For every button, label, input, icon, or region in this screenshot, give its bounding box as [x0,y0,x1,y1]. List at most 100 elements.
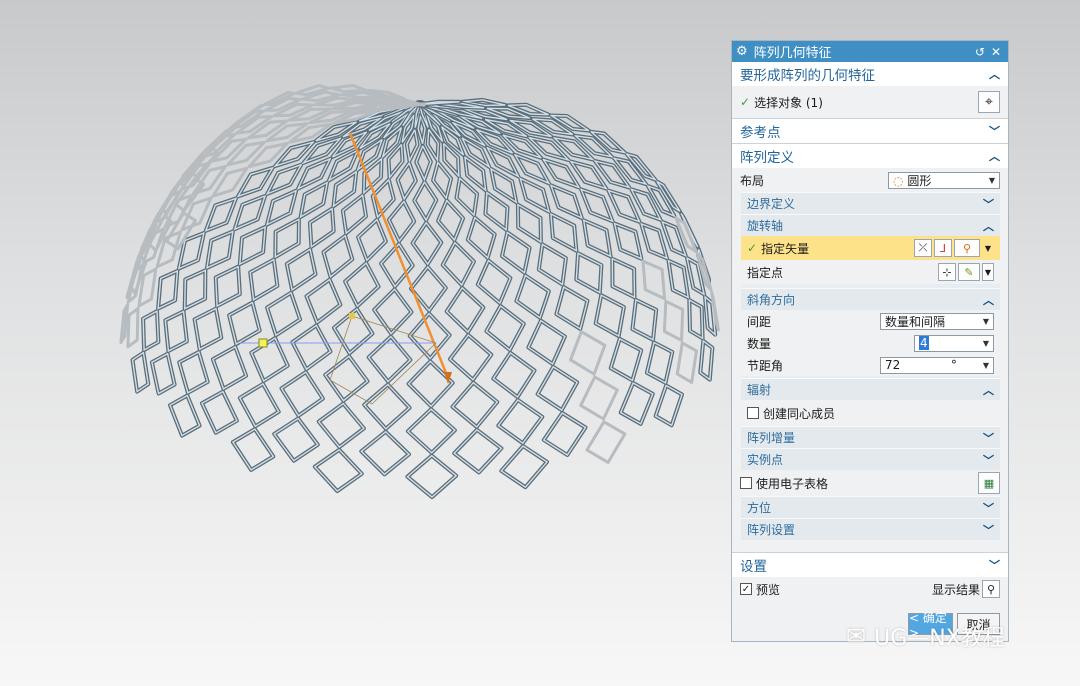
subsection-angle-direction[interactable]: 斜角方向 ︿ [741,288,1000,310]
specify-vector-label: 指定矢量 [761,241,810,256]
dropdown-arrow-icon: ▼ [982,360,989,370]
crosshair-icon[interactable]: ⌖ [978,91,1000,113]
subsection-pattern-settings[interactable]: 阵列设置 ﹀ [741,518,1000,540]
chevron-down-icon[interactable]: ﹀ [983,522,994,538]
lattice-cell-highlight [445,286,485,334]
vector-dialog-icon[interactable]: ⅃ [934,239,952,257]
spreadsheet-row[interactable]: 使用电子表格 ▦ [732,470,1008,496]
concentric-checkbox[interactable] [747,407,759,419]
spacing-row: 间距 数量和间隔 ▼ [741,310,1000,332]
magnifier-icon[interactable]: ⚲ [982,580,1000,598]
subsection-orientation[interactable]: 方位 ﹀ [741,496,1000,518]
lattice-cell [450,380,500,429]
concentric-label: 创建同心成员 [763,406,836,421]
subsection-radial[interactable]: 辐射 ︿ [741,378,1000,400]
chevron-up-icon[interactable]: ︿ [983,382,994,398]
select-object-row[interactable]: ✓ 选择对象 (1) ⌖ [732,86,1008,118]
lattice-cell [549,183,584,220]
reset-icon[interactable]: ↺ [972,45,988,59]
chevron-down-icon[interactable]: ﹀ [983,500,994,516]
definition-subsections: 边界定义 ﹀ 旋转轴 ︿ ✓ 指定矢量 ⤫ ⅃ ⚲ ▼ 指定点 ⊹ ✎ ▼ 斜角… [741,192,1000,470]
inferred-point-icon[interactable]: ✎ [958,263,980,281]
lattice-cell [436,198,466,242]
point-dialog-icon[interactable]: ⊹ [938,263,956,281]
preview-row: ✓ 预览 显示结果 ⚲ [732,577,1008,601]
lattice-cell-highlight [449,333,493,381]
lattice-cell [343,261,381,309]
section-definition[interactable]: 阵列定义 ︿ [732,143,1008,168]
dome-lattice-ghost [119,83,720,464]
chevron-down-icon[interactable]: ﹀ [983,430,994,446]
section-settings[interactable]: 设置 ﹀ [732,552,1008,577]
lattice-cell [272,416,320,463]
lattice-cell-highlight [286,248,317,292]
lattice-cell-highlight [280,371,324,417]
lattice-cell [618,381,655,426]
chevron-down-icon[interactable]: ﹀ [989,557,1000,573]
lattice-cell [210,344,249,391]
dialog-titlebar: ⚙ 阵列几何特征 ↺ ✕ [732,41,1008,62]
watermark: ✉ UG—NX教程 [846,620,1005,652]
chevron-down-icon[interactable]: ﹀ [983,452,994,468]
subsection-instance[interactable]: 实例点 ﹀ [741,448,1000,470]
spreadsheet-checkbox[interactable] [740,477,752,489]
chevron-up-icon[interactable]: ︿ [989,148,1000,164]
lattice-cell [304,277,343,325]
lattice-cell [119,303,130,344]
lattice-cell-highlight [406,408,456,454]
spreadsheet-icon[interactable]: ▦ [978,472,1000,494]
count-input[interactable]: 4 ▼ [914,334,994,352]
count-value: 4 [919,336,929,350]
close-icon[interactable]: ✕ [988,45,1004,59]
preview-checkbox[interactable]: ✓ [740,583,752,595]
chevron-down-icon[interactable]: ﹀ [989,123,1000,139]
pattern-geometry-dialog: ⚙ 阵列几何特征 ↺ ✕ 要形成阵列的几何特征 ︿ ✓ 选择对象 (1) ⌖ 参… [731,40,1009,642]
dropdown-arrow-icon[interactable]: ▼ [982,239,994,257]
dropdown-arrow-icon[interactable]: ▼ [982,263,994,281]
lattice-cell-highlight [373,288,413,335]
lattice-cell [200,389,239,435]
spacing-select[interactable]: 数量和间隔 ▼ [880,312,994,330]
increment-label: 阵列增量 [747,431,796,445]
lattice-cell-highlight [408,312,451,360]
lattice-cell [675,341,698,384]
subsection-rotation-axis[interactable]: 旋转轴 ︿ [741,214,1000,236]
concentric-row[interactable]: 创建同心成员 [741,400,1000,426]
lattice-cell [499,444,549,490]
lattice-cell [237,381,281,429]
subsection-increment[interactable]: 阵列增量 ﹀ [741,426,1000,448]
layout-row: 布局 ◌ 圆形 ▼ [732,168,1008,192]
lattice-cell-highlight [363,383,411,430]
dropdown-arrow-icon: ▼ [982,338,989,348]
reverse-direction-icon[interactable]: ⤫ [914,239,932,257]
point-handle [258,338,268,348]
more-subsections: 方位 ﹀ 阵列设置 ﹀ [741,496,1000,540]
inferred-vector-icon[interactable]: ⚲ [954,239,980,257]
specify-vector-row[interactable]: ✓ 指定矢量 ⤫ ⅃ ⚲ ▼ [741,236,1000,260]
gear-icon[interactable]: ⚙ [736,44,748,59]
lattice-cell [514,273,551,320]
lattice-cell [630,297,659,342]
preview-label: 预览 [756,582,781,597]
lattice-cell-highlight [485,304,525,352]
subsection-boundary[interactable]: 边界定义 ﹀ [741,192,1000,214]
lattice-cell [359,429,411,477]
chevron-up-icon[interactable]: ︿ [983,218,994,234]
pitch-angle-value: 72 [885,358,901,372]
chevron-up-icon[interactable]: ︿ [983,292,994,308]
layout-select[interactable]: ◌ 圆形 ▼ [888,171,1000,189]
lattice-cell [329,83,368,94]
lattice-cell-highlight [501,231,531,274]
lattice-cell [585,420,627,464]
graphics-viewport[interactable] [0,0,725,686]
pitch-angle-input[interactable]: 72 ° ▼ [880,356,994,374]
chevron-up-icon[interactable]: ︿ [989,66,1000,82]
section-geometry[interactable]: 要形成阵列的几何特征 ︿ [732,62,1008,86]
section-reference-label: 参考点 [740,125,781,141]
specify-point-row[interactable]: 指定点 ⊹ ✎ ▼ [741,260,1000,284]
chevron-down-icon[interactable]: ﹀ [983,196,994,212]
lattice-cell [386,199,417,244]
instance-label: 实例点 [747,453,784,467]
lattice-cell [406,359,455,409]
section-reference[interactable]: 参考点 ﹀ [732,118,1008,143]
